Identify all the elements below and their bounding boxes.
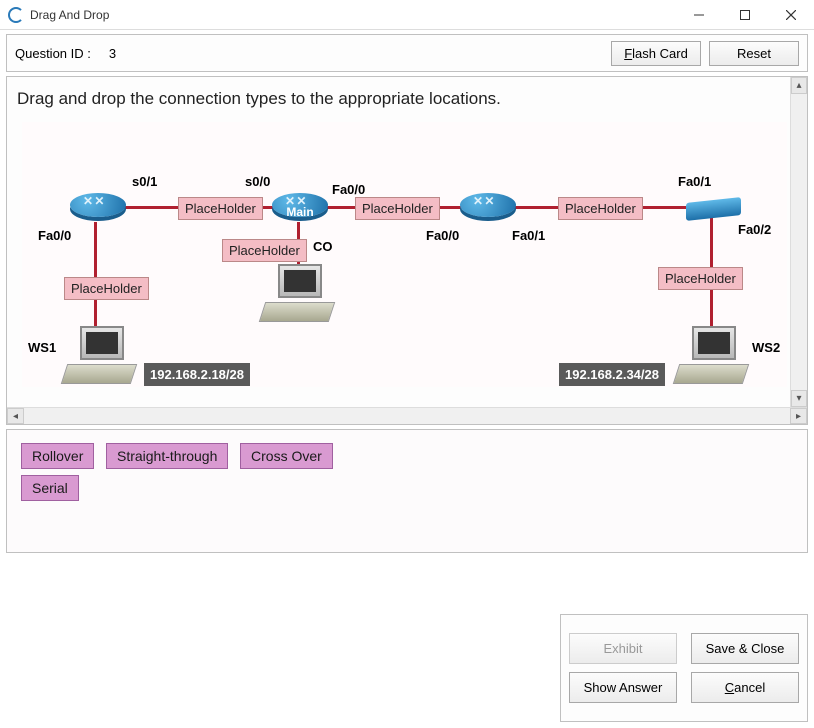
switch-1 <box>686 200 741 225</box>
drop-target-1[interactable]: PlaceHolder <box>178 197 263 220</box>
network-diagram: ✕ ✕ ✕ ✕ Main ✕ ✕ s0/1 <box>22 122 787 387</box>
flash-card-button[interactable]: Flash Card <box>611 41 701 66</box>
toolbar: Question ID : 3 Flash Card Reset <box>6 34 808 72</box>
router-1: ✕ ✕ <box>70 185 126 225</box>
scroll-down-icon[interactable]: ▾ <box>791 390 807 407</box>
port-label: Fa0/0 <box>332 182 365 197</box>
title-bar: Drag And Drop <box>0 0 814 30</box>
drop-target-4[interactable]: PlaceHolder <box>222 239 307 262</box>
answers-panel: Rollover Straight-through Cross Over Ser… <box>6 429 808 553</box>
ws2-label: WS2 <box>752 340 780 355</box>
ws2-ip: 192.168.2.34/28 <box>559 363 665 386</box>
question-id-label: Question ID : <box>15 46 91 61</box>
close-button[interactable] <box>768 0 814 29</box>
question-id-value: 3 <box>109 46 116 61</box>
drag-item-straight-through[interactable]: Straight-through <box>106 443 228 469</box>
window-title: Drag And Drop <box>30 8 676 22</box>
exhibit-button: Exhibit <box>569 633 677 664</box>
port-label: Fa0/0 <box>38 228 71 243</box>
drop-target-2[interactable]: PlaceHolder <box>355 197 440 220</box>
scroll-left-icon[interactable]: ◂ <box>7 408 24 424</box>
reset-button[interactable]: Reset <box>709 41 799 66</box>
drop-target-5[interactable]: PlaceHolder <box>64 277 149 300</box>
maximize-button[interactable] <box>722 0 768 29</box>
port-label: Fa0/0 <box>426 228 459 243</box>
show-answer-button[interactable]: Show Answer <box>569 672 677 703</box>
drop-target-6[interactable]: PlaceHolder <box>658 267 743 290</box>
app-icon <box>8 7 24 23</box>
router-main: ✕ ✕ Main <box>272 185 328 225</box>
scroll-right-icon[interactable]: ▸ <box>790 408 807 424</box>
port-label: Fa0/1 <box>512 228 545 243</box>
instruction-text: Drag and drop the connection types to th… <box>17 89 501 109</box>
drop-target-3[interactable]: PlaceHolder <box>558 197 643 220</box>
workstation-2 <box>676 326 746 388</box>
diagram-panel: ▴ ▾ Drag and drop the connection types t… <box>6 76 808 425</box>
minimize-button[interactable] <box>676 0 722 29</box>
router-3: ✕ ✕ <box>460 185 516 225</box>
port-label: Fa0/1 <box>678 174 711 189</box>
cancel-button[interactable]: Cancel <box>691 672 799 703</box>
console-pc <box>262 264 332 326</box>
port-label: s0/1 <box>132 174 157 189</box>
port-label: s0/0 <box>245 174 270 189</box>
port-label: CO <box>313 239 333 254</box>
scroll-track[interactable] <box>24 408 790 424</box>
window-controls <box>676 0 814 29</box>
scroll-track[interactable] <box>791 94 807 390</box>
vertical-scrollbar[interactable]: ▴ ▾ <box>790 77 807 407</box>
workstation-1 <box>64 326 134 388</box>
ws1-label: WS1 <box>28 340 56 355</box>
ws1-ip: 192.168.2.18/28 <box>144 363 250 386</box>
router-main-label: Main <box>272 205 328 219</box>
port-label: Fa0/2 <box>738 222 771 237</box>
drag-item-serial[interactable]: Serial <box>21 475 79 501</box>
action-panel: Exhibit Save & Close Show Answer Cancel <box>560 614 808 722</box>
save-close-button[interactable]: Save & Close <box>691 633 799 664</box>
drag-item-rollover[interactable]: Rollover <box>21 443 94 469</box>
drag-item-cross-over[interactable]: Cross Over <box>240 443 333 469</box>
scroll-up-icon[interactable]: ▴ <box>791 77 807 94</box>
horizontal-scrollbar[interactable]: ◂ ▸ <box>7 407 807 424</box>
